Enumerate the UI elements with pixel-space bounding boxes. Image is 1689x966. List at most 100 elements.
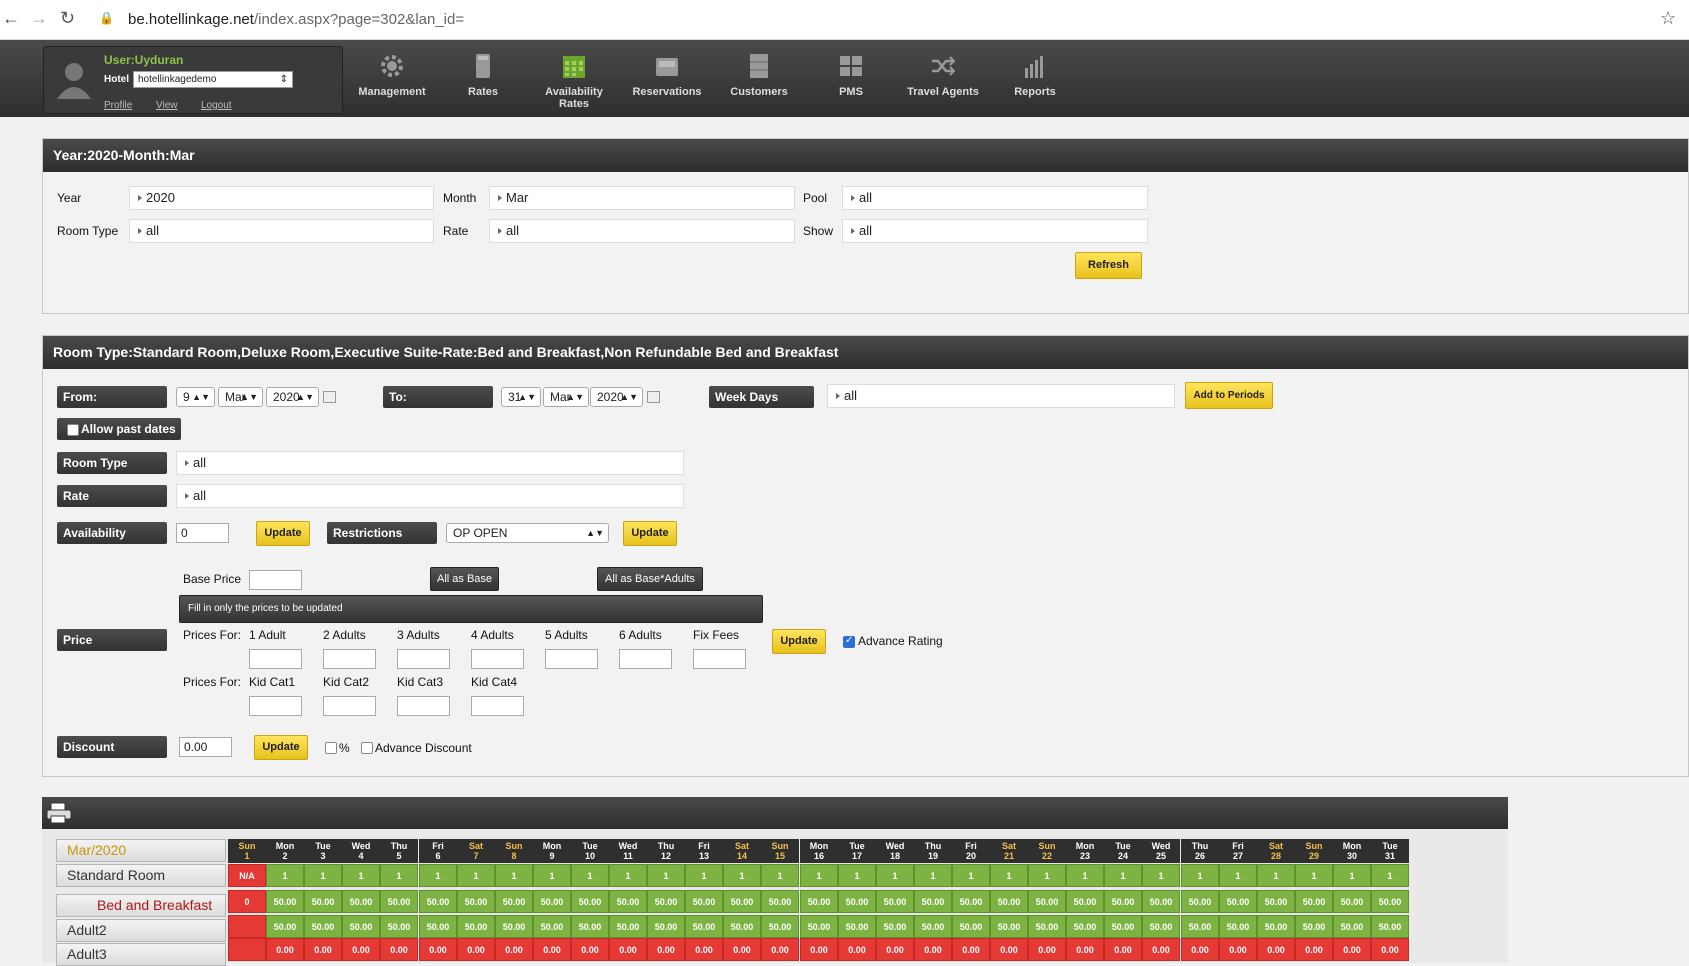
refresh-button[interactable]: Refresh	[1075, 252, 1142, 279]
grid-cell[interactable]: 50.00	[1104, 915, 1142, 938]
grid-cell[interactable]: 1	[533, 864, 571, 887]
kidcat3-price-input[interactable]	[397, 696, 450, 716]
advance-rating-checkbox[interactable]	[843, 635, 855, 648]
grid-cell[interactable]: 0.00	[533, 938, 571, 961]
grid-cell[interactable]: 50.00	[457, 890, 495, 913]
all-as-base-button[interactable]: All as Base	[430, 567, 499, 591]
forward-icon[interactable]: →	[30, 8, 48, 29]
rate-select[interactable]: all	[176, 484, 684, 508]
grid-cell[interactable]: 1	[266, 864, 304, 887]
pool-select[interactable]: all	[842, 186, 1148, 210]
grid-cell[interactable]: 50.00	[1295, 890, 1333, 913]
menu-availability-rates[interactable]: Availability Rates	[529, 52, 619, 110]
grid-cell[interactable]: 50.00	[990, 890, 1028, 913]
grid-cell[interactable]: 1	[761, 864, 799, 887]
profile-link[interactable]: Profile	[104, 100, 132, 111]
grid-cell[interactable]: 50.00	[723, 915, 761, 938]
grid-cell[interactable]: 50.00	[685, 915, 723, 938]
grid-cell[interactable]: 50.00	[380, 915, 418, 938]
adult5-price-input[interactable]	[545, 649, 598, 669]
grid-cell[interactable]: 1	[609, 864, 647, 887]
menu-customers[interactable]: Customers	[714, 52, 804, 98]
grid-cell[interactable]: 0.00	[1371, 938, 1409, 961]
restrictions-select[interactable]: OP OPEN ▲▼	[446, 523, 609, 543]
from-day-select[interactable]: 9 ▲▼	[176, 387, 215, 407]
grid-cell[interactable]: 50.00	[647, 915, 685, 938]
add-to-periods-button[interactable]: Add to Periods	[1185, 382, 1273, 409]
grid-cell[interactable]: 1	[1371, 864, 1409, 887]
to-day-select[interactable]: 31 ▲▼	[501, 387, 541, 407]
reload-icon[interactable]: ↻	[60, 8, 75, 29]
grid-cell[interactable]: 50.00	[1142, 915, 1180, 938]
weekdays-select[interactable]: all	[827, 384, 1175, 408]
grid-cell[interactable]: 50.00	[1257, 915, 1295, 938]
grid-cell[interactable]: 50.00	[419, 890, 457, 913]
grid-cell[interactable]: 50.00	[876, 890, 914, 913]
grid-cell[interactable]: 50.00	[495, 915, 533, 938]
grid-cell[interactable]: 50.00	[1028, 915, 1066, 938]
grid-cell[interactable]: 50.00	[1333, 890, 1371, 913]
back-icon[interactable]: ←	[2, 8, 20, 29]
grid-cell[interactable]: 50.00	[761, 890, 799, 913]
menu-management[interactable]: Management	[347, 52, 437, 98]
kidcat1-price-input[interactable]	[249, 696, 302, 716]
kidcat2-price-input[interactable]	[323, 696, 376, 716]
grid-cell[interactable]: 50.00	[914, 915, 952, 938]
grid-cell[interactable]: 50.00	[609, 915, 647, 938]
adult2-price-input[interactable]	[323, 649, 376, 669]
grid-cell[interactable]: 0.00	[266, 938, 304, 961]
grid-cell[interactable]: 50.00	[1066, 890, 1104, 913]
availability-input[interactable]: 0	[176, 523, 229, 543]
to-month-select[interactable]: Mar ▲▼	[543, 387, 589, 407]
hotel-select[interactable]: hotellinkagedemo ⇕	[133, 71, 293, 88]
grid-cell[interactable]: 50.00	[952, 915, 990, 938]
grid-cell[interactable]: 1	[1066, 864, 1104, 887]
grid-cell[interactable]: 0.00	[685, 938, 723, 961]
grid-cell[interactable]	[228, 938, 266, 961]
grid-cell[interactable]: 50.00	[304, 890, 342, 913]
grid-cell[interactable]: 1	[876, 864, 914, 887]
grid-cell[interactable]: 1	[1219, 864, 1257, 887]
grid-cell[interactable]: 50.00	[266, 915, 304, 938]
grid-cell[interactable]: 0.00	[1295, 938, 1333, 961]
grid-cell[interactable]: 1	[1257, 864, 1295, 887]
grid-cell[interactable]: 0.00	[914, 938, 952, 961]
grid-cell[interactable]: 50.00	[914, 890, 952, 913]
grid-cell[interactable]	[228, 915, 266, 938]
grid-cell[interactable]: 50.00	[1028, 890, 1066, 913]
grid-cell[interactable]: 50.00	[571, 915, 609, 938]
grid-cell[interactable]: 50.00	[533, 890, 571, 913]
menu-pms[interactable]: PMS	[806, 52, 896, 98]
grid-cell[interactable]: 0	[228, 890, 266, 913]
grid-cell[interactable]: 0.00	[761, 938, 799, 961]
grid-cell[interactable]: 50.00	[685, 890, 723, 913]
grid-cell[interactable]: 0.00	[1219, 938, 1257, 961]
grid-cell[interactable]: 50.00	[1257, 890, 1295, 913]
grid-cell[interactable]: 1	[952, 864, 990, 887]
all-as-base-adults-button[interactable]: All as Base*Adults	[597, 567, 703, 591]
grid-cell[interactable]: 0.00	[647, 938, 685, 961]
grid-cell[interactable]: 0.00	[1181, 938, 1219, 961]
grid-cell[interactable]: 50.00	[1219, 890, 1257, 913]
grid-cell[interactable]: 0.00	[304, 938, 342, 961]
grid-cell[interactable]: N/A	[228, 864, 266, 887]
to-year-select[interactable]: 2020 ▲▼	[590, 387, 643, 407]
restrictions-update-button[interactable]: Update	[623, 521, 677, 546]
calendar-icon[interactable]	[647, 391, 660, 403]
logout-link[interactable]: Logout	[201, 100, 232, 111]
grid-cell[interactable]: 50.00	[609, 890, 647, 913]
grid-cell[interactable]: 0.00	[1028, 938, 1066, 961]
grid-cell[interactable]: 0.00	[1257, 938, 1295, 961]
grid-cell[interactable]: 50.00	[342, 915, 380, 938]
grid-cell[interactable]: 50.00	[304, 915, 342, 938]
grid-cell[interactable]: 1	[1028, 864, 1066, 887]
rate-select[interactable]: all	[489, 219, 795, 243]
grid-cell[interactable]: 50.00	[990, 915, 1028, 938]
grid-cell[interactable]: 0.00	[876, 938, 914, 961]
grid-cell[interactable]: 1	[838, 864, 876, 887]
grid-cell[interactable]: 1	[800, 864, 838, 887]
grid-cell[interactable]: 0.00	[838, 938, 876, 961]
allow-past-dates-checkbox[interactable]	[67, 424, 79, 436]
grid-cell[interactable]: 0.00	[419, 938, 457, 961]
grid-cell[interactable]: 50.00	[1181, 890, 1219, 913]
